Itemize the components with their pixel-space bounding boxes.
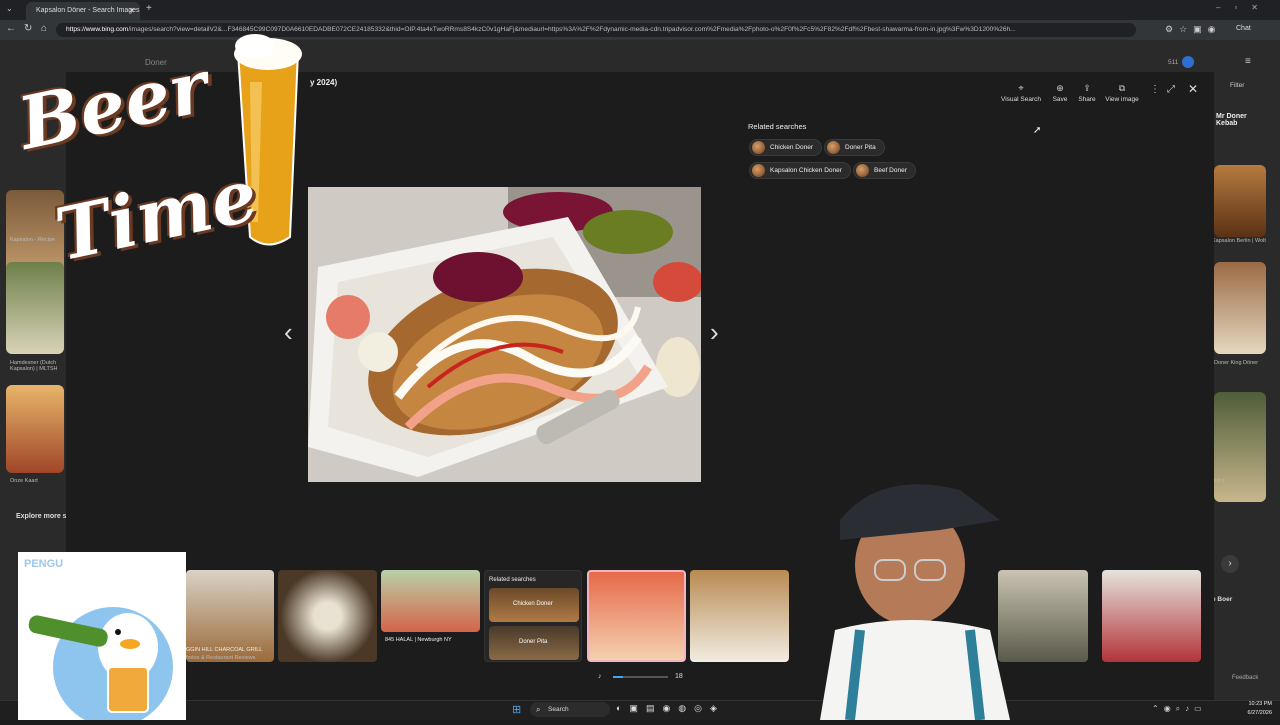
- view-image-icon: ⧉: [1118, 83, 1126, 93]
- carousel-thumb-4[interactable]: [587, 570, 686, 662]
- related-chip-kapsalon-chicken-doner[interactable]: Kapsalon Chicken Doner: [749, 162, 851, 179]
- carousel-caption-3: 845 HALAL | Newburgh NY: [385, 637, 452, 643]
- share-button[interactable]: ⇪ Share: [1075, 83, 1099, 103]
- related-chip-doner-pita[interactable]: Doner Pita: [824, 139, 885, 156]
- right-thumb-3[interactable]: [1214, 392, 1266, 502]
- kapsalon-tray-illustration: [308, 187, 701, 482]
- image-title: y 2024): [310, 78, 338, 87]
- save-button[interactable]: ⊕ Save: [1048, 83, 1072, 103]
- carousel-caption-1b: hotos & Restaurant Reviews: [186, 655, 256, 661]
- chip-label: Chicken Doner: [770, 144, 813, 151]
- save-label: Save: [1052, 96, 1068, 103]
- tab-active[interactable]: Kapsalon Döner - Search Images ✕: [26, 2, 140, 20]
- carousel-related-chicken-doner[interactable]: Chicken Doner: [489, 588, 579, 622]
- share-label: Share: [1078, 96, 1096, 103]
- related-chip-beef-doner[interactable]: Beef Doner: [853, 162, 916, 179]
- system-tray-icons[interactable]: ⌃◉⌕♪▭: [1152, 704, 1207, 714]
- chip-thumbnail: [752, 141, 765, 154]
- close-tab-icon[interactable]: ✕: [128, 2, 135, 20]
- carousel-thumb-2[interactable]: [278, 570, 377, 662]
- start-icon[interactable]: ⊞: [512, 703, 521, 716]
- browser-tab-bar: ⌄ Kapsalon Döner - Search Images ✕ + –▫✕: [0, 0, 1280, 20]
- more-options-icon[interactable]: ⋮: [1150, 84, 1160, 95]
- main-food-image[interactable]: [308, 187, 701, 482]
- save-icon: ⊕: [1056, 83, 1064, 93]
- volume-value: 18: [675, 673, 683, 680]
- chip-thumbnail: [856, 164, 869, 177]
- right-thumb-2[interactable]: [1214, 262, 1266, 354]
- tab-title: Kapsalon Döner - Search Images: [36, 7, 140, 14]
- explore-more-label: Explore more s: [16, 513, 67, 520]
- clock-date: 6/27/2026: [1247, 710, 1272, 716]
- rewards-points[interactable]: 511: [1168, 59, 1178, 66]
- new-tab-icon[interactable]: +: [146, 3, 152, 14]
- carousel-next-icon[interactable]: ›: [1221, 555, 1239, 573]
- right-header: Mr Doner Kebab: [1216, 113, 1247, 127]
- related-chip-chicken-doner[interactable]: Chicken Doner: [749, 139, 822, 156]
- chat-button[interactable]: Chat: [1236, 25, 1251, 32]
- carousel-related-box: Related searches Chicken Doner Doner Pit…: [484, 570, 582, 662]
- fullscreen-icon[interactable]: ⤢: [1167, 84, 1175, 95]
- search-icon: ⌕: [536, 705, 541, 714]
- visual-search-label: Visual Search: [1001, 96, 1041, 103]
- clock-time: 10:23 PM: [1248, 701, 1272, 707]
- carousel-thumb-7[interactable]: [1102, 570, 1201, 662]
- feedback-button[interactable]: Feedback: [1226, 673, 1265, 683]
- view-image-label: View image: [1105, 96, 1139, 103]
- right-thumb-1[interactable]: [1214, 165, 1266, 237]
- chip-label: Beef Doner: [874, 167, 907, 174]
- right-caption-2: Doner King Döner: [1214, 360, 1259, 366]
- previous-image-icon[interactable]: ‹: [284, 317, 293, 348]
- taskbar-search[interactable]: ⌕ Search: [530, 702, 610, 717]
- beer-time-logo: Beer Time: [0, 22, 310, 292]
- penguin-sticker: PENGU: [18, 552, 186, 725]
- browser-extension-icons[interactable]: ⚙☆▣◉: [1165, 24, 1222, 35]
- taskbar-app-icons[interactable]: ◐▣▤◉◍◎◈: [616, 703, 725, 714]
- next-image-icon[interactable]: ›: [710, 317, 719, 348]
- view-image-button[interactable]: ⧉ View image: [1102, 83, 1142, 103]
- penguin-brand: PENGU: [24, 558, 64, 570]
- person-icon: [820, 484, 1010, 721]
- left-caption-2: Hamdesner (Dutch Kapsalon) | MLTSH: [10, 360, 58, 372]
- chip-thumbnail: [827, 141, 840, 154]
- streamer-webcam: [820, 470, 1040, 721]
- left-caption-3: Onze Kaart: [10, 478, 38, 484]
- mouse-cursor-icon: ➚: [1033, 125, 1042, 136]
- chip-thumbnail: [752, 164, 765, 177]
- carousel-related-label-1: Chicken Doner: [513, 601, 553, 607]
- carousel-thumb-5[interactable]: [690, 570, 789, 662]
- chip-label: Doner Pita: [845, 144, 876, 151]
- close-viewer-icon[interactable]: ✕: [1188, 82, 1198, 96]
- menu-icon[interactable]: ≡: [1245, 56, 1251, 67]
- visual-search-icon: ⌖: [1018, 83, 1024, 93]
- taskbar-search-label: Search: [548, 706, 569, 713]
- carousel-related-doner-pita[interactable]: Doner Pita: [489, 626, 579, 660]
- left-thumb-3[interactable]: [6, 385, 64, 473]
- carousel-caption-1a: GGIN HILL CHARCOAL GRILL: [186, 647, 263, 653]
- rewards-icon[interactable]: [1182, 56, 1194, 68]
- penguin-drinking-icon: [28, 607, 173, 725]
- right-caption-1: Kapsalon Berlin | Wolt: [1212, 238, 1266, 244]
- visual-search-button[interactable]: ⌖ Visual Search: [999, 83, 1043, 103]
- filter-button[interactable]: Filter: [1230, 82, 1244, 89]
- share-icon: ⇪: [1083, 83, 1091, 93]
- carousel-thumb-3[interactable]: [381, 570, 480, 632]
- window-controls[interactable]: –▫✕: [1216, 3, 1272, 12]
- volume-icon: ♪: [598, 673, 602, 680]
- volume-fill: [613, 676, 623, 678]
- carousel-related-heading: Related searches: [489, 577, 536, 583]
- chip-label: Kapsalon Chicken Doner: [770, 167, 842, 174]
- carousel-related-label-2: Doner Pita: [519, 639, 548, 645]
- right-caption-4: e Boer: [1212, 596, 1233, 603]
- tab-list-icon[interactable]: ⌄: [6, 4, 13, 13]
- related-searches-heading: Related searches: [748, 122, 807, 131]
